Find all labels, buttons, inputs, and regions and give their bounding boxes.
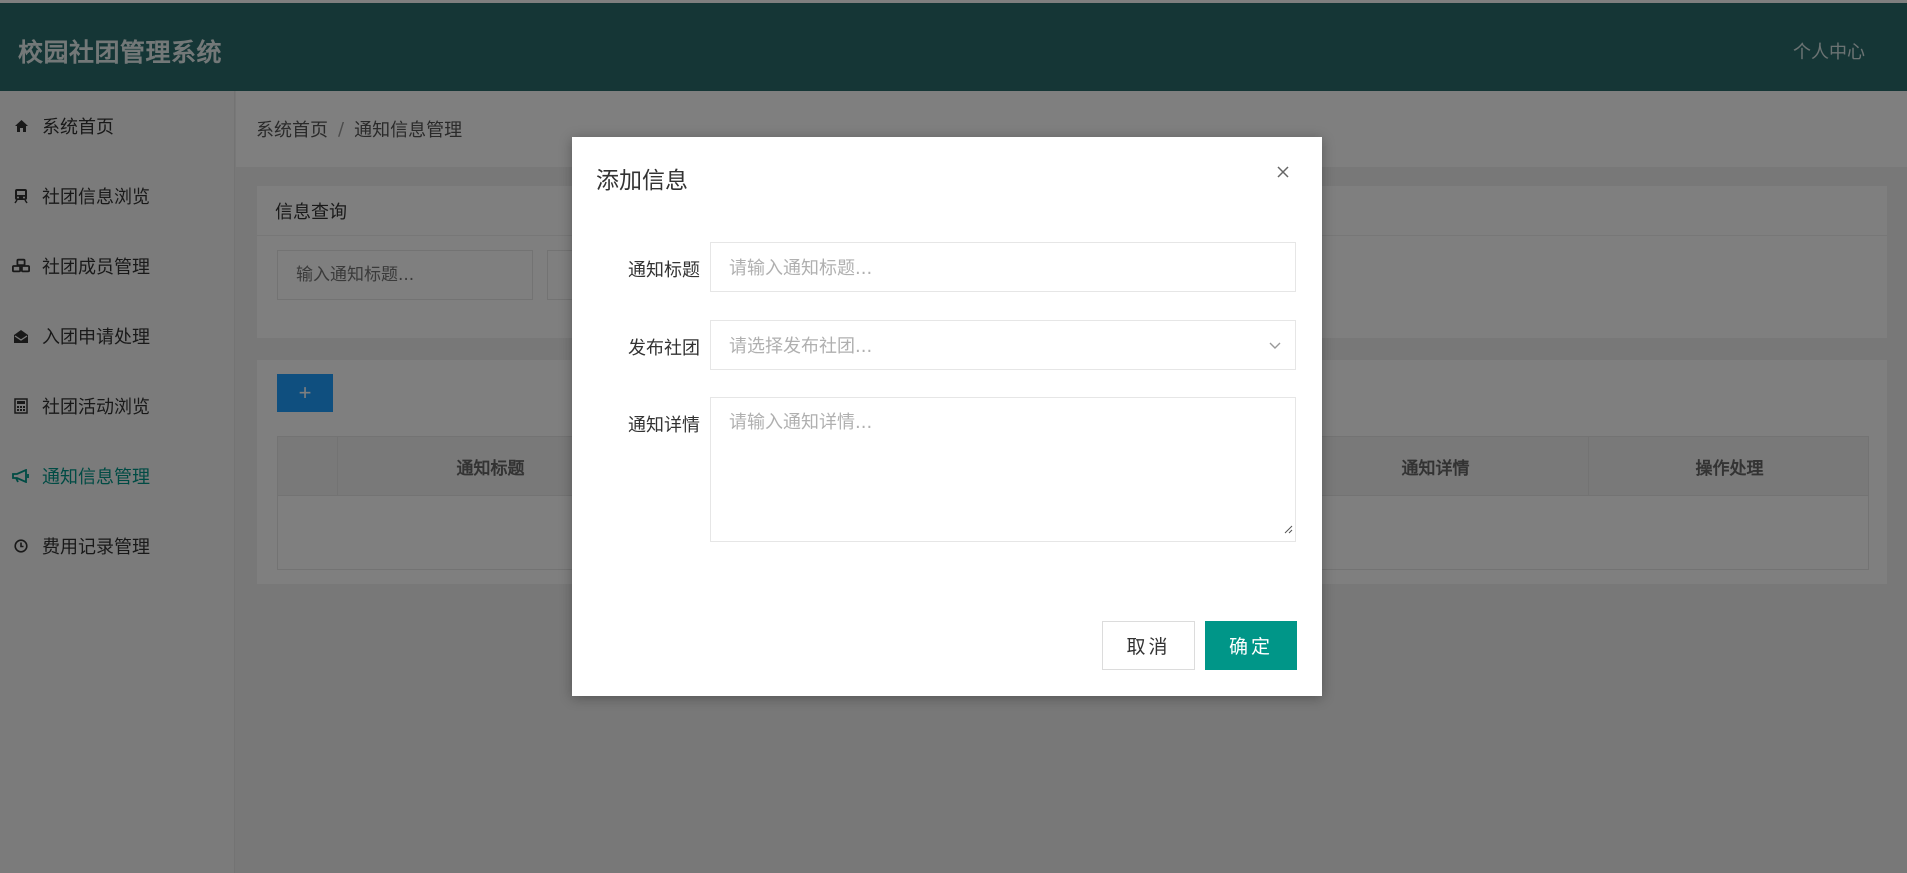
- publish-club-label: 发布社团: [628, 338, 700, 359]
- dialog-title: 添加信息: [596, 168, 688, 194]
- publish-club-placeholder: 请选择发布社团...: [729, 336, 873, 357]
- close-icon[interactable]: [1270, 159, 1296, 185]
- chevron-down-icon: [1267, 337, 1283, 353]
- notice-detail-placeholder: 请输入通知详情...: [729, 412, 873, 433]
- confirm-button[interactable]: 确定: [1205, 621, 1297, 670]
- notice-detail-label: 通知详情: [628, 415, 700, 436]
- resize-handle-icon[interactable]: [1283, 518, 1293, 539]
- cancel-button[interactable]: 取消: [1102, 621, 1195, 670]
- notice-title-input[interactable]: 请输入通知标题...: [710, 242, 1296, 292]
- add-info-dialog: 添加信息 通知标题 请输入通知标题... 发布社团 请选择发布社团... 通知详…: [572, 137, 1322, 696]
- notice-detail-textarea[interactable]: 请输入通知详情...: [710, 397, 1296, 542]
- notice-title-label: 通知标题: [628, 260, 700, 281]
- publish-club-select[interactable]: 请选择发布社团...: [710, 320, 1296, 370]
